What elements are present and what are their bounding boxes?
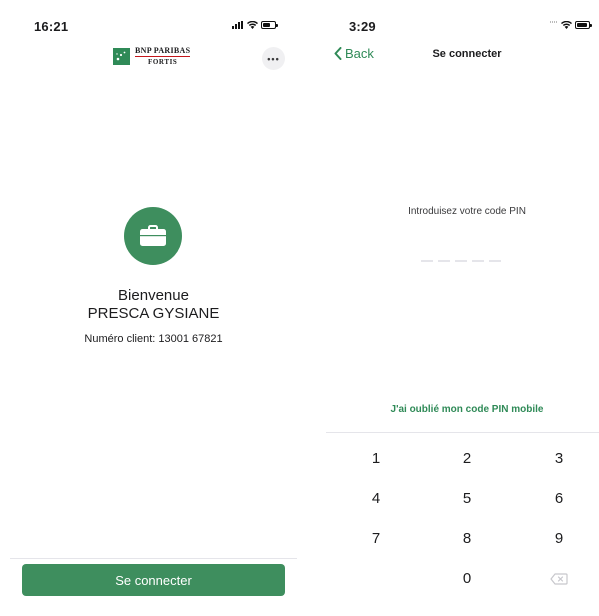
backspace-button[interactable] <box>550 572 568 590</box>
wifi-icon <box>247 21 258 29</box>
logo-line2: FORTIS <box>147 58 178 66</box>
bnp-logo: BNP PARIBAS FORTIS <box>113 46 191 66</box>
pin-dots <box>421 260 501 262</box>
keypad-key-4[interactable]: 4 <box>346 490 406 507</box>
back-label: Back <box>345 46 374 61</box>
pin-prompt: Introduisez votre code PIN <box>408 206 526 217</box>
bottom-divider <box>10 558 297 559</box>
wifi-icon <box>561 21 572 29</box>
battery-icon <box>261 21 278 29</box>
keypad-key-5[interactable]: 5 <box>437 490 497 507</box>
keypad-key-8[interactable]: 8 <box>437 530 497 547</box>
status-icons-right <box>550 21 592 29</box>
nav-title: Se connecter <box>432 48 502 60</box>
client-name: PRESCA GYSIANE <box>87 305 220 322</box>
battery-icon <box>575 21 592 29</box>
keypad-key-3[interactable]: 3 <box>529 450 589 467</box>
status-icons <box>232 21 278 29</box>
pin-dot <box>455 260 467 262</box>
avatar <box>124 207 182 265</box>
back-button[interactable]: Back <box>334 46 374 61</box>
keypad-key-7[interactable]: 7 <box>346 530 406 547</box>
status-time-right: 3:29 <box>349 19 376 34</box>
keypad-key-2[interactable]: 2 <box>437 450 497 467</box>
briefcase-icon <box>140 225 166 246</box>
pin-dot <box>472 260 484 262</box>
client-number: Numéro client: 13001 67821 <box>84 333 223 345</box>
signal-icon <box>550 21 558 29</box>
welcome-title: Bienvenue <box>118 287 189 304</box>
signal-icon <box>232 21 244 29</box>
more-options-icon: ••• <box>267 53 280 64</box>
more-options-button[interactable]: ••• <box>262 47 285 70</box>
forgot-pin-link[interactable]: J'ai oublié mon code PIN mobile <box>337 404 597 415</box>
keypad-key-1[interactable]: 1 <box>346 450 406 467</box>
back-chevron-icon <box>334 47 342 60</box>
keypad-key-9[interactable]: 9 <box>529 530 589 547</box>
backspace-icon <box>550 573 568 585</box>
bnp-logo-icon <box>113 48 130 65</box>
login-button[interactable]: Se connecter <box>22 564 285 596</box>
logo-text: BNP PARIBAS FORTIS <box>135 46 191 66</box>
keypad-key-6[interactable]: 6 <box>529 490 589 507</box>
pin-dot <box>489 260 501 262</box>
keypad-key-0[interactable]: 0 <box>437 570 497 587</box>
pin-dot <box>438 260 450 262</box>
status-time: 16:21 <box>34 19 69 34</box>
keypad-divider <box>326 432 599 433</box>
pin-dot <box>421 260 433 262</box>
logo-line1: BNP PARIBAS <box>135 46 191 57</box>
